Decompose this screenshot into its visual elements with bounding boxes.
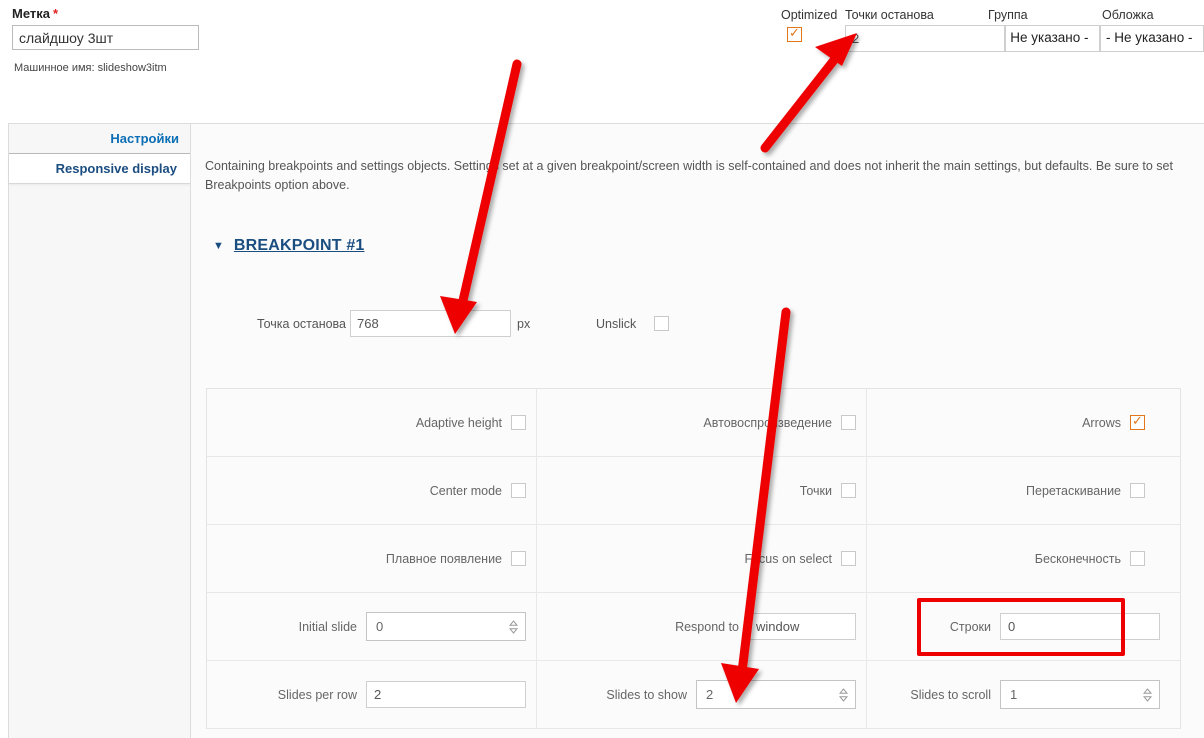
label-field-label-text: Метка <box>12 6 50 21</box>
machine-name-text: Машинное имя: slideshow3itm <box>14 62 167 74</box>
cell-slides-per-row: Slides per row <box>207 661 537 728</box>
breakpoints-input[interactable] <box>845 25 1005 52</box>
slides-to-scroll-input[interactable] <box>1000 680 1160 709</box>
cell-label: Slides to scroll <box>910 687 991 702</box>
cell-label: Бесконечность <box>1034 551 1121 566</box>
infinite-checkbox[interactable] <box>1130 551 1145 566</box>
center-mode-checkbox[interactable] <box>511 483 526 498</box>
cell-slides-to-scroll: Slides to scroll <box>867 661 1180 728</box>
cell-label: Arrows <box>1082 415 1121 430</box>
slides-per-row-input[interactable] <box>366 681 526 708</box>
dots-checkbox[interactable] <box>841 483 856 498</box>
cell-label: Точки <box>799 483 832 498</box>
cell-label: Center mode <box>429 483 502 498</box>
cell-infinite: Бесконечность <box>867 525 1180 592</box>
cell-label: Slides per row <box>277 687 357 702</box>
settings-row: Center mode Точки Перетаскивание <box>207 457 1180 525</box>
cell-adaptive-height: Adaptive height <box>207 389 537 456</box>
unslick-label: Unslick <box>596 317 637 331</box>
optimized-column-label: Optimized <box>781 8 838 22</box>
tab-responsive-display[interactable]: Responsive display <box>9 153 191 184</box>
cell-label: Adaptive height <box>415 415 502 430</box>
settings-row: Adaptive height Автовоспроизведение Arro… <box>207 389 1180 457</box>
initial-slide-input[interactable] <box>366 612 526 641</box>
settings-row: Initial slide Respond to <box>207 593 1180 661</box>
required-asterisk: * <box>53 6 59 21</box>
breakpoint-heading-label[interactable]: BREAKPOINT #1 <box>234 237 365 255</box>
optimized-checkbox[interactable] <box>787 25 802 42</box>
settings-grid: Adaptive height Автовоспроизведение Arro… <box>206 388 1181 729</box>
rows-input[interactable] <box>1000 613 1160 640</box>
cell-respond-to: Respond to <box>537 593 867 660</box>
draggable-checkbox[interactable] <box>1130 483 1145 498</box>
label-field-input[interactable] <box>12 25 199 50</box>
cover-select[interactable]: - Не указано - <box>1100 25 1204 52</box>
respond-to-input[interactable] <box>748 613 856 640</box>
breakpoint-input[interactable] <box>350 310 511 337</box>
slides-to-show-input[interactable] <box>696 680 856 709</box>
cell-initial-slide: Initial slide <box>207 593 537 660</box>
cell-label: Плавное появление <box>385 551 502 566</box>
panel-description: Containing breakpoints and settings obje… <box>205 159 1173 193</box>
cell-rows: Строки <box>867 593 1180 660</box>
cell-autoplay: Автовоспроизведение <box>537 389 867 456</box>
arrows-checkbox[interactable] <box>1130 413 1145 430</box>
cell-draggable: Перетаскивание <box>867 457 1180 524</box>
settings-row: Плавное появление Focus on select Бескон… <box>207 525 1180 593</box>
cell-arrows: Arrows <box>867 389 1180 456</box>
cover-column-label: Обложка <box>1102 8 1154 22</box>
group-select-value: - Не указано - <box>1005 30 1089 45</box>
cell-fade: Плавное появление <box>207 525 537 592</box>
tab-settings[interactable]: Настройки <box>9 124 191 153</box>
cell-dots: Точки <box>537 457 867 524</box>
slides-to-scroll-stepper <box>1000 680 1160 709</box>
chevron-down-icon[interactable]: ▼ <box>213 240 224 252</box>
cell-label: Автовоспроизведение <box>703 415 832 430</box>
cell-label: Respond to <box>675 619 739 634</box>
unslick-checkbox[interactable] <box>654 316 669 331</box>
cell-slides-to-show: Slides to show <box>537 661 867 728</box>
breakpoint-unit-label: px <box>517 317 531 331</box>
cell-center-mode: Center mode <box>207 457 537 524</box>
cell-label: Focus on select <box>744 551 832 566</box>
cell-focus-on-select: Focus on select <box>537 525 867 592</box>
cell-label: Перетаскивание <box>1026 483 1121 498</box>
breakpoints-column-label: Точки останова <box>845 8 934 22</box>
group-select[interactable]: - Не указано - <box>1005 25 1100 52</box>
cover-select-value: - Не указано - <box>1106 30 1193 45</box>
adaptive-height-checkbox[interactable] <box>511 415 526 430</box>
slides-to-show-stepper <box>696 680 856 709</box>
label-field-label: Метка * <box>12 6 58 21</box>
breakpoint-input-label: Точка останова <box>256 317 346 331</box>
page-root: Метка* Машинное имя: slideshow3itm Optim… <box>0 0 1204 738</box>
tab-settings-label: Настройки <box>110 131 179 146</box>
fade-checkbox[interactable] <box>511 551 526 566</box>
focus-on-select-checkbox[interactable] <box>841 551 856 566</box>
cell-label: Initial slide <box>298 619 357 634</box>
breakpoint-heading: ▼ BREAKPOINT #1 <box>213 237 365 255</box>
tab-responsive-display-label: Responsive display <box>55 161 177 176</box>
vertical-tabs-list: Настройки Responsive display <box>9 124 191 738</box>
group-column-label: Группа <box>988 8 1028 22</box>
cell-label: Строки <box>949 619 991 634</box>
settings-row: Slides per row Slides to show <box>207 661 1180 729</box>
autoplay-checkbox[interactable] <box>841 415 856 430</box>
cell-label: Slides to show <box>606 687 687 702</box>
tab-content-panel: Containing breakpoints and settings obje… <box>190 124 1204 738</box>
initial-slide-stepper <box>366 612 526 641</box>
